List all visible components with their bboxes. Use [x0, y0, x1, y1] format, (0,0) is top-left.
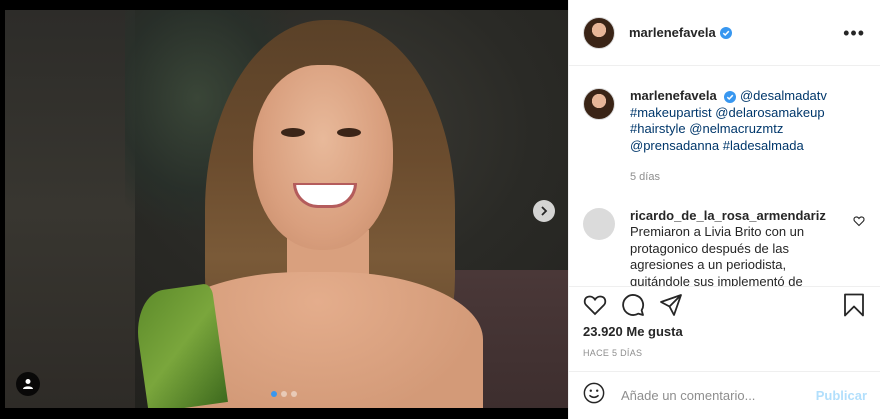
comment-icon[interactable] [621, 293, 645, 317]
carousel-dot [291, 391, 297, 397]
comments-list: marlenefavela @desalmadatv #makeupartist… [569, 67, 880, 287]
verified-badge-icon [719, 26, 732, 39]
avatar[interactable] [583, 207, 615, 240]
post-details-panel: marlenefavela ••• marlenefavela @desalma… [568, 0, 880, 419]
instagram-post: marlenefavela ••• marlenefavela @desalma… [0, 0, 880, 419]
caption-hashtag[interactable]: #makeupartist [630, 105, 712, 120]
caption-body: marlenefavela @desalmadatv #makeupartist… [630, 88, 860, 186]
carousel-dot [281, 391, 287, 397]
bookmark-icon[interactable] [843, 293, 867, 317]
post-header: marlenefavela ••• [569, 0, 880, 66]
publish-button[interactable]: Publicar [816, 388, 867, 403]
post-media[interactable] [0, 0, 568, 419]
carousel-indicator [0, 391, 568, 397]
avatar[interactable] [583, 88, 615, 120]
likes-count[interactable]: 23.920 Me gusta [583, 324, 683, 339]
caption-timestamp: 5 días [630, 171, 660, 183]
caption-mention[interactable]: @desalmadatv [740, 88, 827, 103]
post-actions [569, 286, 880, 322]
caption-mention[interactable]: @nelmacruzmtz [689, 121, 783, 136]
list-item: ricardo_de_la_rosa_armendariz Premiaron … [569, 186, 880, 288]
post-photo [5, 10, 568, 408]
post-timestamp: HACE 5 DÍAS [583, 348, 643, 358]
comment-input[interactable] [619, 387, 816, 404]
comment-text: Premiaron a Livia Brito con un protagoni… [630, 224, 805, 287]
verified-badge-icon [724, 90, 737, 103]
user-icon [23, 379, 33, 389]
caption-mention[interactable]: @prensadanna [630, 138, 719, 153]
caption-username[interactable]: marlenefavela [630, 88, 717, 103]
carousel-next-button[interactable] [533, 200, 555, 222]
photo-eye-right [337, 128, 361, 137]
photo-smile [293, 183, 357, 208]
photo-face [253, 65, 393, 250]
heart-icon[interactable] [583, 293, 607, 317]
photo-dress [132, 283, 228, 408]
comment-like-heart-icon[interactable] [853, 208, 865, 288]
photo-eye-left [281, 128, 305, 137]
photo-background-wall [5, 10, 135, 408]
avatar[interactable] [583, 16, 615, 49]
share-icon[interactable] [659, 293, 683, 317]
caption: marlenefavela @desalmadatv #makeupartist… [569, 67, 880, 186]
caption-hashtag[interactable]: #hairstyle [630, 121, 686, 136]
header-username[interactable]: marlenefavela [629, 25, 716, 40]
caption-hashtag[interactable]: #ladesalmada [723, 138, 804, 153]
comment-body: ricardo_de_la_rosa_armendariz Premiaron … [630, 208, 840, 288]
more-options-icon[interactable]: ••• [843, 24, 865, 42]
caption-mention[interactable]: @delarosamakeup [715, 105, 824, 120]
carousel-dot [271, 391, 277, 397]
comment-username[interactable]: ricardo_de_la_rosa_armendariz [630, 208, 826, 223]
chevron-right-icon [541, 206, 548, 216]
add-comment-bar: Publicar [569, 371, 880, 419]
emoji-icon[interactable] [583, 382, 605, 409]
